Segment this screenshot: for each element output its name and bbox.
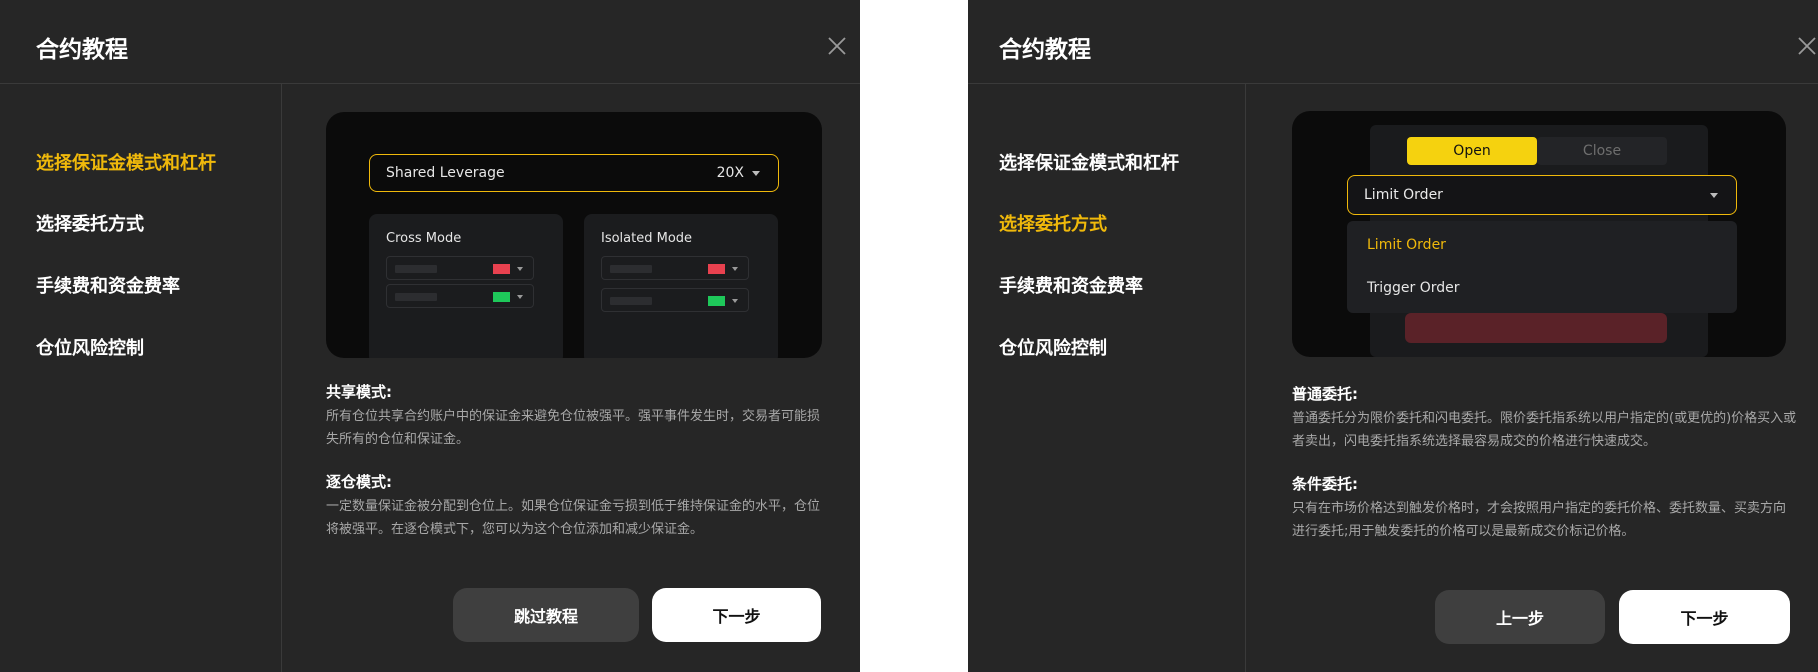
section-title: 普通委托: [1292, 385, 1358, 403]
sidebar-item-order-type[interactable]: 选择委托方式 [999, 210, 1107, 236]
margin-mode-illustration: Shared Leverage 20X Cross Mode Isolated … [326, 112, 822, 358]
order-type-dropdown: Limit Order Trigger Order [1347, 221, 1737, 313]
mini-input-row [601, 256, 749, 280]
dropdown-option-trigger-order: Trigger Order [1367, 280, 1460, 296]
isolated-mode-label: Isolated Mode [601, 231, 693, 246]
order-type-select: Limit Order [1347, 175, 1737, 215]
chevron-down-icon [752, 171, 760, 176]
order-type-value: Limit Order [1364, 187, 1443, 203]
action-button-placeholder [1405, 313, 1667, 343]
cross-mode-card: Cross Mode [369, 214, 563, 358]
header-divider [968, 83, 1818, 84]
chevron-down-icon [732, 267, 738, 271]
chevron-down-icon [517, 295, 523, 299]
tab-close: Close [1537, 137, 1667, 165]
tutorial-dialog-step-1: 合约教程 选择保证金模式和杠杆 选择委托方式 手续费和资金费率 仓位风险控制 S… [0, 0, 860, 672]
section-text: 只有在市场价格达到触发价格时，才会按照用户指定的委托价格、委托数量、买卖方向进行… [1292, 501, 1787, 539]
sidebar-divider [281, 84, 282, 672]
skip-tutorial-button[interactable]: 跳过教程 [453, 588, 639, 642]
sidebar-divider [1245, 84, 1246, 672]
sidebar-item-fees[interactable]: 手续费和资金费率 [36, 272, 180, 298]
chevron-down-icon [517, 267, 523, 271]
sidebar-item-risk-control[interactable]: 仓位风险控制 [999, 334, 1107, 360]
shared-leverage-label: Shared Leverage [386, 165, 505, 181]
leverage-value: 20X [716, 165, 744, 181]
next-step-button[interactable]: 下一步 [652, 588, 821, 642]
next-step-button[interactable]: 下一步 [1619, 590, 1790, 644]
red-flag-icon [493, 264, 510, 274]
red-flag-icon [708, 264, 725, 274]
mini-input-row [386, 284, 534, 308]
sidebar-item-risk-control[interactable]: 仓位风险控制 [36, 334, 144, 360]
section-title: 逐仓模式: [326, 473, 392, 491]
cross-mode-label: Cross Mode [386, 231, 462, 246]
section-title: 共享模式: [326, 383, 392, 401]
section-text: 所有仓位共享合约账户中的保证金来避免仓位被强平。强平事件发生时，交易者可能损失所… [326, 409, 821, 447]
close-icon[interactable] [825, 34, 849, 58]
sidebar-item-fees[interactable]: 手续费和资金费率 [999, 272, 1143, 298]
header-divider [0, 83, 860, 84]
sidebar-item-margin-mode[interactable]: 选择保证金模式和杠杆 [999, 149, 1179, 175]
green-flag-icon [493, 292, 510, 302]
mini-input-row [601, 288, 749, 312]
dialog-title: 合约教程 [36, 37, 128, 63]
section-text: 一定数量保证金被分配到仓位上。如果仓位保证金亏损到低于维持保证金的水平，仓位将被… [326, 499, 821, 537]
dialog-title: 合约教程 [999, 37, 1091, 63]
section-text: 普通委托分为限价委托和闪电委托。限价委托指系统以用户指定的(或更优的)价格买入或… [1292, 411, 1797, 449]
previous-step-button[interactable]: 上一步 [1435, 590, 1605, 644]
dropdown-option-limit-order: Limit Order [1367, 237, 1446, 253]
order-type-illustration: Open Close Limit Order Limit Order Trigg… [1292, 111, 1786, 357]
chevron-down-icon [732, 299, 738, 303]
sidebar-item-margin-mode[interactable]: 选择保证金模式和杠杆 [36, 149, 216, 175]
sidebar-item-order-type[interactable]: 选择委托方式 [36, 210, 144, 236]
tutorial-dialog-step-2: 合约教程 选择保证金模式和杠杆 选择委托方式 手续费和资金费率 仓位风险控制 O… [968, 0, 1818, 672]
isolated-mode-card: Isolated Mode [584, 214, 778, 358]
section-title: 条件委托: [1292, 475, 1358, 493]
chevron-down-icon [1710, 193, 1718, 198]
green-flag-icon [708, 296, 725, 306]
tab-open: Open [1407, 137, 1537, 165]
close-icon[interactable] [1795, 34, 1818, 58]
mini-input-row [386, 256, 534, 280]
shared-leverage-select: Shared Leverage 20X [369, 154, 779, 192]
